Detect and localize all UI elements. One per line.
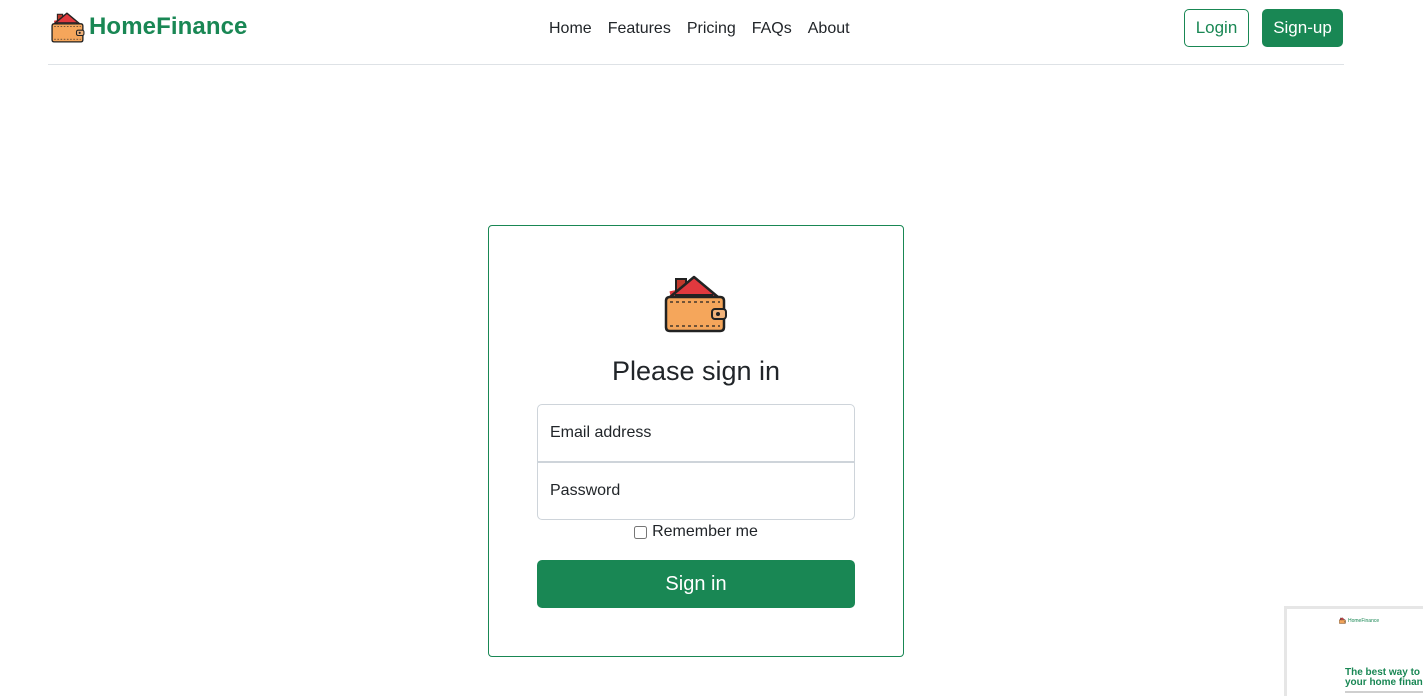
remember-me-label: Remember me <box>652 523 758 540</box>
remember-me: Remember me <box>489 523 903 541</box>
login-button[interactable]: Login <box>1184 9 1249 47</box>
nav-link-about[interactable]: About <box>800 17 858 41</box>
nav-link-home[interactable]: Home <box>541 17 600 41</box>
thumbnail-brand-name: HomeFinance <box>1348 617 1380 624</box>
brand-link[interactable]: HomeFinance <box>51 10 247 44</box>
email-field <box>537 404 855 462</box>
nav-link-features[interactable]: Features <box>600 17 679 41</box>
email-input[interactable] <box>538 405 854 461</box>
nav-link-pricing[interactable]: Pricing <box>679 17 744 41</box>
house-wallet-icon <box>664 271 728 335</box>
house-wallet-icon <box>1339 617 1346 624</box>
signin-button[interactable]: Sign in <box>537 560 855 608</box>
navbar: HomeFinance Home Features Pricing FAQs A… <box>48 0 1344 65</box>
nav-link-faqs[interactable]: FAQs <box>744 17 800 41</box>
signup-button[interactable]: Sign-up <box>1262 9 1343 47</box>
thumbnail-text-line <box>1345 691 1423 693</box>
signin-card: Please sign in Remember me Sign in <box>488 225 904 657</box>
signin-title: Please sign in <box>611 356 781 386</box>
preview-thumbnail[interactable]: HomeFinance The best way to m your home … <box>1284 606 1423 696</box>
house-wallet-icon <box>51 10 85 44</box>
thumbnail-headline: The best way to m your home financ <box>1345 667 1423 688</box>
thumbnail-brand: HomeFinance <box>1339 617 1379 624</box>
password-field <box>537 462 855 520</box>
password-input[interactable] <box>538 463 854 519</box>
brand-name: HomeFinance <box>89 13 248 40</box>
main-nav: Home Features Pricing FAQs About <box>541 17 858 41</box>
remember-me-checkbox[interactable] <box>634 525 648 539</box>
